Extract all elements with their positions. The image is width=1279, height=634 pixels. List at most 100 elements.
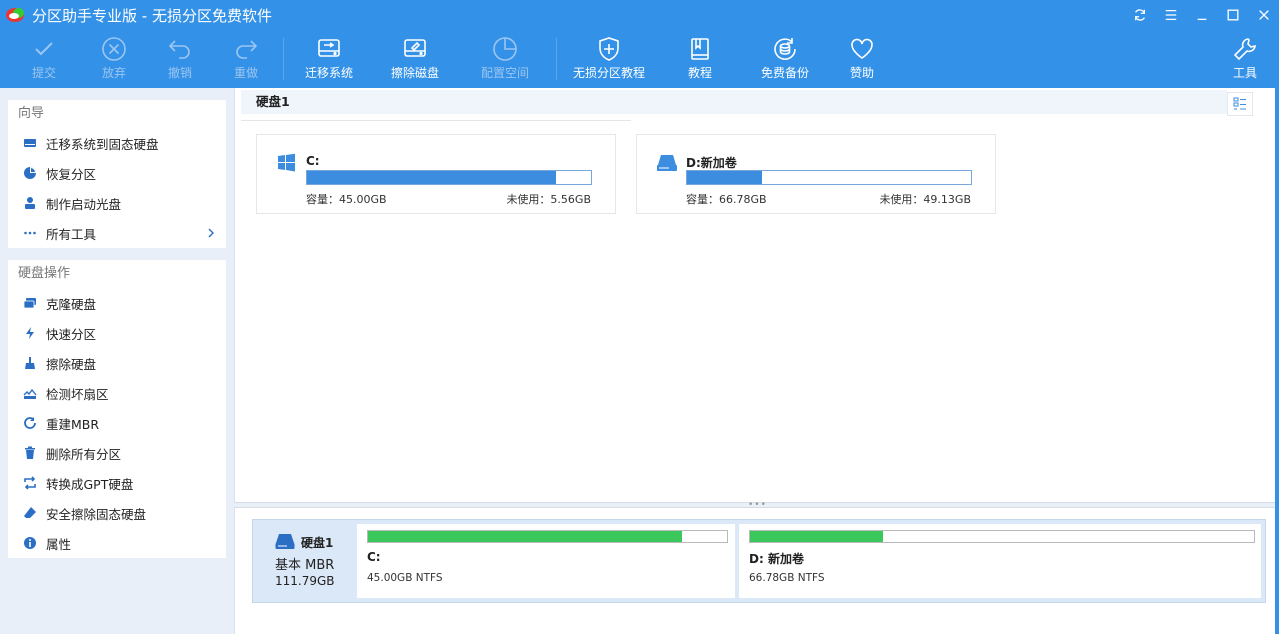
lightning-icon: [22, 325, 38, 341]
partition-info: 45.00GB NTFS: [367, 572, 443, 584]
commit-button[interactable]: 提交: [24, 30, 64, 88]
sidebar-item-label: 迁移系统到固态硬盘: [46, 136, 159, 152]
toolbar: 提交 放弃 撤销 重做 迁移系统 擦除磁盘 配置空间 无损分区教程 教程 免费备…: [0, 30, 1275, 88]
discard-button[interactable]: 放弃: [94, 30, 134, 88]
sidebar-item-label: 转换成GPT硬盘: [46, 476, 134, 492]
close-button[interactable]: [1248, 0, 1279, 30]
menu-button[interactable]: [1155, 0, 1186, 30]
partition-name: C:: [367, 550, 381, 564]
drive-icon: [657, 155, 677, 171]
free-backup-button[interactable]: 免费备份: [756, 30, 814, 88]
sidebar-item-delete-all[interactable]: 删除所有分区: [8, 438, 226, 468]
redo-button[interactable]: 重做: [226, 30, 266, 88]
allocate-space-button[interactable]: 配置空间: [476, 30, 534, 88]
maximize-icon: [1227, 9, 1238, 21]
sidebar-item-wipe-disk[interactable]: 擦除硬盘: [8, 348, 226, 378]
allocate-label: 配置空间: [480, 66, 529, 80]
sidebar-item-bad-sector[interactable]: 检测坏扇区: [8, 378, 226, 408]
sidebar-item-all-tools[interactable]: 所有工具: [8, 218, 226, 248]
migrate-system-button[interactable]: 迁移系统: [300, 30, 358, 88]
sidebar-item-migrate-ssd[interactable]: 迁移系统到固态硬盘: [8, 128, 226, 158]
usage-fill: [307, 171, 556, 184]
trash-icon: [22, 445, 38, 461]
disk-migrate-icon: [22, 135, 38, 151]
disk-size: 111.79GB: [275, 574, 335, 588]
sidebar-item-quick-partition[interactable]: 快速分区: [8, 318, 226, 348]
disk-header: 硬盘1: [241, 90, 1227, 114]
wizard-title: 向导: [18, 106, 45, 121]
sidebar-item-secure-erase[interactable]: 安全擦除固态硬盘: [8, 498, 226, 528]
wrench-icon: [1233, 38, 1256, 61]
disk-map-partition-c[interactable]: C: 45.00GB NTFS: [357, 524, 735, 598]
rebuild-icon: [22, 415, 38, 431]
broom-icon: [22, 355, 38, 371]
list-view-icon: [1233, 97, 1246, 110]
usage-bar: [367, 530, 728, 543]
capacity-text: 容量：66.78GB: [686, 193, 767, 206]
menu-icon: [1165, 9, 1176, 21]
sidebar: 向导 迁移系统到固态硬盘 恢复分区 制作启动光盘 所有工具 硬盘操作 克隆硬盘 …: [0, 88, 234, 634]
partition-info: 66.78GB NTFS: [749, 572, 825, 584]
maximize-button[interactable]: [1217, 0, 1248, 30]
windows-icon: [278, 153, 295, 172]
lossless-tutorial-button[interactable]: 无损分区教程: [570, 30, 648, 88]
donate-label: 赞助: [849, 66, 874, 80]
partition-name: D:新加卷: [686, 156, 737, 170]
usage-fill: [687, 171, 762, 184]
toolbar-separator: [283, 38, 284, 80]
partition-view: 硬盘1 C: 容量：45.00GB 未使用：5.56GB D:新加卷 容量：66…: [234, 88, 1275, 504]
migrate-label: 迁移系统: [304, 66, 353, 80]
donate-button[interactable]: 赞助: [842, 30, 882, 88]
info-icon: [22, 535, 38, 551]
wipe-label: 擦除磁盘: [390, 66, 439, 80]
free-space-text: 未使用：5.56GB: [506, 193, 591, 206]
disk-map-partition-d[interactable]: D: 新加卷 66.78GB NTFS: [739, 524, 1261, 598]
eraser-icon: [22, 505, 38, 521]
partition-card-c[interactable]: C: 容量：45.00GB 未使用：5.56GB: [256, 134, 616, 214]
window-border: [1275, 30, 1279, 634]
clone-disk-icon: [22, 295, 38, 311]
sidebar-item-boot-disc[interactable]: 制作启动光盘: [8, 188, 226, 218]
tutorial-button[interactable]: 教程: [680, 30, 720, 88]
pie-chart-icon: [22, 165, 38, 181]
undo-button[interactable]: 撤销: [160, 30, 200, 88]
partition-card-d[interactable]: D:新加卷 容量：66.78GB 未使用：49.13GB: [636, 134, 996, 214]
disk-name: 硬盘1: [301, 536, 334, 550]
wipe-disk-icon: [404, 39, 426, 57]
usage-fill: [750, 531, 884, 542]
sidebar-item-recover-partition[interactable]: 恢复分区: [8, 158, 226, 188]
dots-icon: [22, 225, 38, 241]
toolbar-separator: [556, 38, 557, 80]
heart-icon: [851, 38, 873, 59]
backup-label: 免费备份: [760, 66, 809, 80]
sidebar-item-clone-disk[interactable]: 克隆硬盘: [8, 288, 226, 318]
minimize-button[interactable]: [1186, 0, 1217, 30]
user-disc-icon: [22, 195, 38, 211]
tutorial-label: 教程: [687, 66, 712, 80]
sidebar-item-properties[interactable]: 属性: [8, 528, 226, 558]
redo-icon: [236, 40, 258, 59]
sidebar-item-label: 擦除硬盘: [46, 356, 97, 372]
close-icon: [1258, 10, 1269, 20]
lossless-tutorial-label: 无损分区教程: [572, 66, 645, 80]
tools-label: 工具: [1232, 66, 1257, 80]
sidebar-item-label: 快速分区: [46, 326, 97, 342]
view-toggle-button[interactable]: [1227, 92, 1253, 116]
tools-button[interactable]: 工具: [1225, 30, 1265, 88]
sidebar-item-label: 重建MBR: [46, 416, 100, 432]
book-icon: [691, 38, 709, 60]
wipe-disk-button[interactable]: 擦除磁盘: [386, 30, 444, 88]
usage-bar: [749, 530, 1255, 543]
shield-icon: [599, 37, 619, 61]
sidebar-item-convert-gpt[interactable]: 转换成GPT硬盘: [8, 468, 226, 498]
title-bar: 分区助手专业版 - 无损分区免费软件: [0, 0, 1279, 30]
disk-map[interactable]: 硬盘1 基本 MBR 111.79GB C: 45.00GB NTFS D: 新…: [252, 519, 1266, 603]
refresh-icon: [1134, 9, 1145, 21]
check-icon: [35, 42, 53, 56]
sidebar-item-label: 所有工具: [46, 226, 97, 242]
refresh-button[interactable]: [1124, 0, 1155, 30]
hard-disk-icon: [275, 534, 295, 549]
free-space-text: 未使用：49.13GB: [879, 193, 971, 206]
sidebar-item-rebuild-mbr[interactable]: 重建MBR: [8, 408, 226, 438]
discard-icon: [102, 37, 126, 61]
